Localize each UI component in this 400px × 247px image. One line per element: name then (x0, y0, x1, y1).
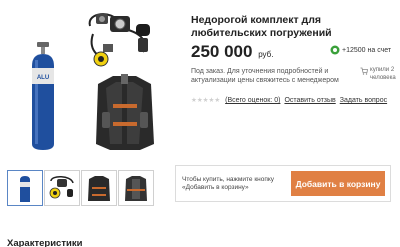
regulator-thumbnail-image (49, 176, 74, 199)
bonus-text: +12500 на счет (342, 46, 392, 54)
bcd-back-thumbnail-image (125, 176, 147, 201)
svg-text:ALU: ALU (37, 75, 49, 81)
thumbnail-tank[interactable] (7, 170, 43, 206)
leave-review-link[interactable]: Оставить отзыв (284, 97, 335, 104)
availability-note: Под заказ. Для уточнения подробностей и … (191, 68, 339, 84)
tank-thumbnail-image (20, 176, 30, 202)
bcd-front-thumbnail-image (88, 176, 110, 201)
product-main-image[interactable]: ALU (18, 4, 168, 154)
star-icon[interactable]: ★ (214, 97, 220, 104)
price-currency: руб. (258, 50, 274, 59)
bcd-vest-image (96, 74, 154, 150)
thumbnail-regulator[interactable] (44, 170, 80, 206)
rating-count-link[interactable]: (Всего оценок: 0) (225, 97, 280, 104)
purchase-box: Чтобы купить, нажмите кнопку «Добавить в… (175, 165, 391, 202)
product-title: Недорогой комплект для любительских погр… (191, 14, 332, 39)
product-price: 250 000 руб. (191, 42, 273, 62)
buyers-count: купили 2 человека (360, 67, 396, 82)
price-value: 250 000 (191, 42, 253, 61)
bonus-coin-icon (330, 45, 340, 55)
rating-row: ★ ★ ★ ★ ★ (Всего оценок: 0) Оставить отз… (191, 97, 387, 104)
cart-icon (360, 67, 368, 75)
thumbnail-bcd-back[interactable] (118, 170, 154, 206)
buyers-line-1: купили 2 (370, 67, 395, 73)
bonus-points: +12500 на счет (330, 45, 391, 55)
tank-image: ALU (32, 42, 54, 150)
add-to-cart-button[interactable]: Добавить в корзину (291, 171, 385, 196)
thumbnail-bcd-front[interactable] (81, 170, 117, 206)
thumbnail-gallery (7, 170, 155, 206)
rating-stars[interactable]: ★ ★ ★ ★ ★ (191, 97, 220, 104)
ask-question-link[interactable]: Задать вопрос (340, 97, 387, 104)
characteristics-heading: Характеристики (7, 238, 83, 247)
regulator-set-image (88, 13, 150, 67)
buyers-line-2: человека (370, 74, 396, 81)
purchase-hint: Чтобы купить, нажмите кнопку «Добавить в… (182, 176, 275, 191)
